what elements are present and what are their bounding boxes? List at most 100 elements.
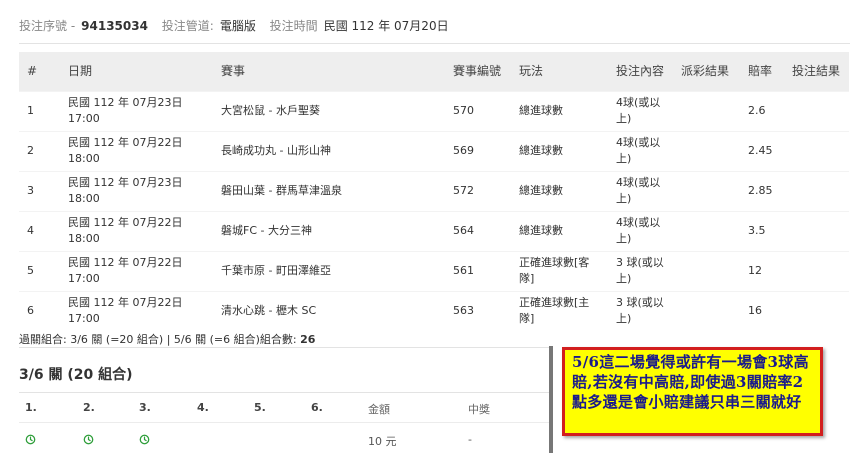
- row-code: 570: [445, 90, 511, 131]
- row-match: 大宮松鼠 - 水戶聖葵: [213, 90, 445, 131]
- pass-row: 10 元 -: [19, 422, 549, 453]
- row-code: 563: [445, 290, 511, 331]
- pass-table-header: 1. 2. 3. 4. 5. 6. 金額 中獎: [19, 392, 549, 422]
- channel-label: 投注管道:: [161, 19, 214, 33]
- row-time: 17:00: [68, 112, 100, 125]
- leg-5-header: 5.: [254, 401, 266, 414]
- row-match: 千葉市原 - 町田澤維亞: [213, 250, 445, 291]
- leg-2-header: 2.: [83, 401, 95, 414]
- row-outcome: [784, 90, 849, 131]
- row-payout: [673, 250, 740, 291]
- row-win: -: [468, 433, 472, 446]
- bet-info-bar: 投注序號 - 94135034 投注管道: 電腦版 投注時間 民國 112 年 07月…: [19, 17, 459, 34]
- table-row: 5 民國 112 年 07月22日 17:00 千葉市原 - 町田澤維亞 561 …: [19, 250, 849, 291]
- row-content: 3 球(或以上): [608, 250, 673, 291]
- row-time: 18:00: [68, 192, 100, 205]
- annotation-pointer-bar: [549, 346, 553, 453]
- amount-header: 金額: [368, 403, 390, 416]
- clock-icon: [25, 434, 36, 448]
- row-number: 5: [19, 250, 60, 291]
- row-amount: 10 元: [368, 435, 397, 448]
- col-date: 日期: [60, 52, 213, 91]
- row-match: 長崎成功丸 - 山形山神: [213, 130, 445, 171]
- row-play: 總進球數: [511, 130, 608, 171]
- row-payout: [673, 210, 740, 251]
- row-play: 總進球數: [511, 170, 608, 211]
- row-date: 民國 112 年 07月22日: [68, 216, 183, 229]
- row-outcome: [784, 250, 849, 291]
- row-payout: [673, 90, 740, 131]
- row-datetime: 民國 112 年 07月22日 17:00: [60, 250, 213, 291]
- col-bet-content: 投注內容: [608, 52, 673, 91]
- serial-value: 94135034: [81, 19, 148, 33]
- row-outcome: [784, 130, 849, 171]
- row-payout: [673, 170, 740, 211]
- row-match: 清水心跳 - 櫪木 SC: [213, 290, 445, 331]
- pass-section-title: 3/6 關 (20 組合): [19, 367, 133, 383]
- table-row: 1 民國 112 年 07月23日 17:00 大宮松鼠 - 水戶聖葵 570 總…: [19, 90, 849, 131]
- row-number: 1: [19, 90, 60, 131]
- row-time: 18:00: [68, 152, 100, 165]
- row-time: 18:00: [68, 232, 100, 245]
- row-play: 正確進球數[主隊]: [511, 290, 608, 331]
- row-play: 總進球數: [511, 210, 608, 251]
- row-content: 3 球(或以上): [608, 290, 673, 331]
- annotation-note: 5/6這二場覺得或許有一場會3球高賠,若沒有中高賠,即使過3關賠率2點多還是會小…: [562, 347, 823, 436]
- row-code: 561: [445, 250, 511, 291]
- clock-icon: [139, 434, 150, 448]
- col-bet-outcome: 投注結果: [784, 52, 849, 91]
- leg-6-header: 6.: [311, 401, 323, 414]
- row-number: 3: [19, 170, 60, 211]
- row-datetime: 民國 112 年 07月23日 18:00: [60, 170, 213, 211]
- row-time: 17:00: [68, 272, 100, 285]
- row-outcome: [784, 210, 849, 251]
- col-number: #: [19, 52, 60, 91]
- row-outcome: [784, 170, 849, 211]
- row-match: 磐田山葉 - 群馬草津溫泉: [213, 170, 445, 211]
- time-label: 投注時間: [269, 19, 318, 33]
- win-header: 中獎: [468, 403, 490, 416]
- row-content: 4球(或以上): [608, 130, 673, 171]
- table-row: 3 民國 112 年 07月23日 18:00 磐田山葉 - 群馬草津溫泉 572…: [19, 170, 849, 211]
- row-date: 民國 112 年 07月22日: [68, 136, 183, 149]
- bets-table-header: # 日期 賽事 賽事編號 玩法 投注內容 派彩結果 賠率 投注結果: [19, 52, 849, 91]
- row-odds: 2.45: [740, 130, 784, 171]
- time-value: 民國 112 年 07月20日: [323, 19, 449, 33]
- col-play-type: 玩法: [511, 52, 608, 91]
- table-row: 2 民國 112 年 07月22日 18:00 長崎成功丸 - 山形山神 569 …: [19, 130, 849, 171]
- row-match: 磐城FC - 大分三神: [213, 210, 445, 251]
- clock-icon: [83, 434, 94, 448]
- row-number: 2: [19, 130, 60, 171]
- serial-label: 投注序號 -: [19, 19, 76, 33]
- row-outcome: [784, 290, 849, 331]
- bets-table-body: 1 民國 112 年 07月23日 17:00 大宮松鼠 - 水戶聖葵 570 總…: [19, 90, 849, 331]
- row-play: 總進球數: [511, 90, 608, 131]
- row-number: 6: [19, 290, 60, 331]
- combination-summary: 過關組合: 3/6 關 (=20 組合) | 5/6 關 (=6 組合)組合數:…: [19, 331, 315, 347]
- row-content: 4球(或以上): [608, 170, 673, 211]
- row-code: 572: [445, 170, 511, 211]
- table-row: 4 民國 112 年 07月22日 18:00 磐城FC - 大分三神 564 總…: [19, 210, 849, 251]
- row-odds: 2.85: [740, 170, 784, 211]
- row-datetime: 民國 112 年 07月22日 17:00: [60, 290, 213, 331]
- col-match-code: 賽事編號: [445, 52, 511, 91]
- row-payout: [673, 290, 740, 331]
- row-code: 564: [445, 210, 511, 251]
- leg-4-header: 4.: [197, 401, 209, 414]
- row-content: 4球(或以上): [608, 90, 673, 131]
- combination-count: 26: [300, 333, 316, 346]
- row-odds: 16: [740, 290, 784, 331]
- bets-table: # 日期 賽事 賽事編號 玩法 投注內容 派彩結果 賠率 投注結果 1 民國 1…: [19, 52, 849, 331]
- row-datetime: 民國 112 年 07月22日 18:00: [60, 130, 213, 171]
- row-date: 民國 112 年 07月22日: [68, 256, 183, 269]
- row-odds: 3.5: [740, 210, 784, 251]
- row-odds: 2.6: [740, 90, 784, 131]
- header-divider: [19, 43, 850, 44]
- row-datetime: 民國 112 年 07月23日 17:00: [60, 90, 213, 131]
- row-number: 4: [19, 210, 60, 251]
- row-date: 民國 112 年 07月22日: [68, 296, 183, 310]
- channel-value: 電腦版: [219, 19, 256, 33]
- row-date: 民國 112 年 07月23日: [68, 176, 183, 189]
- row-datetime: 民國 112 年 07月22日 18:00: [60, 210, 213, 251]
- leg-1-header: 1.: [25, 401, 37, 414]
